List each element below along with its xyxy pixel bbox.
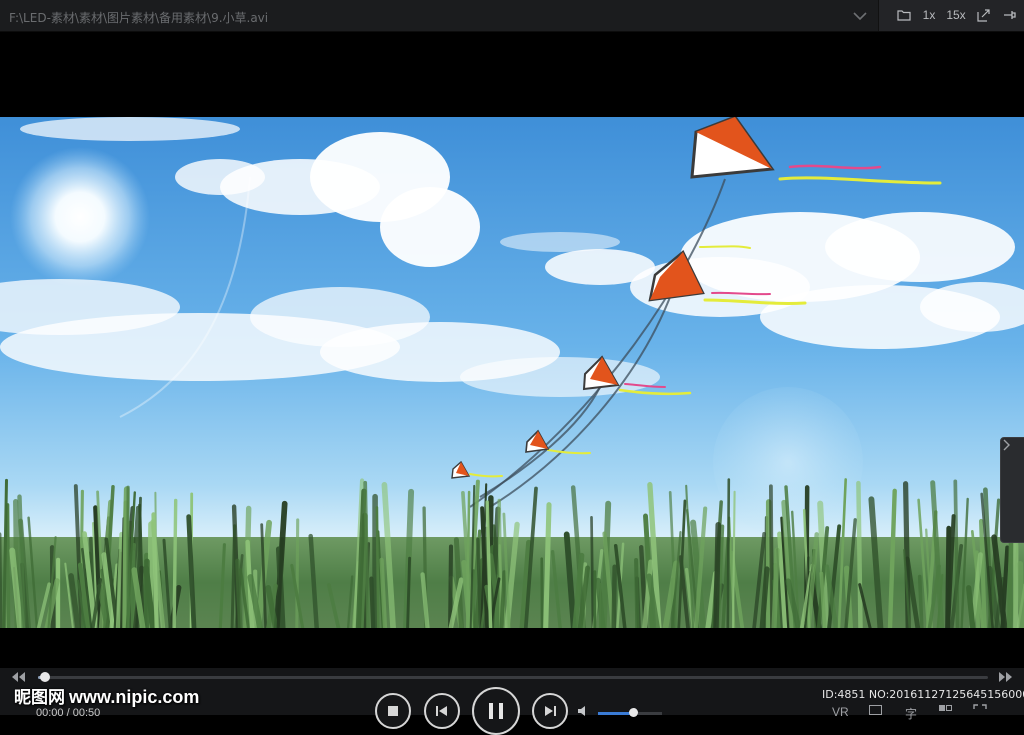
rewind-icon[interactable] [10, 671, 28, 683]
screenshot-icon[interactable] [975, 4, 993, 26]
fullscreen-window-icon[interactable] [869, 705, 882, 715]
previous-button[interactable] [424, 693, 460, 729]
pin-icon[interactable] [1001, 4, 1019, 26]
seek-handle[interactable] [40, 672, 50, 682]
chevron-down-icon[interactable] [850, 6, 870, 26]
current-time: 00:00 [36, 707, 64, 719]
watermark-site: www.nipic.com [69, 687, 199, 707]
volume-icon[interactable] [577, 705, 591, 717]
grass [0, 479, 1024, 628]
skip-back-icon [435, 705, 449, 717]
watermark-brand: 昵图网 [14, 688, 65, 708]
stop-button[interactable] [375, 693, 411, 729]
watermark: 昵图网www.nipic.com [14, 683, 199, 708]
mini-mode-icon[interactable] [939, 705, 952, 715]
folder-icon[interactable] [895, 4, 913, 26]
video-scene [0, 117, 1024, 628]
fast-forward-icon[interactable] [996, 671, 1014, 683]
video-frame[interactable] [0, 117, 1024, 628]
speed-1x-button[interactable]: 1x [921, 4, 937, 26]
title-bar: F:\LED-素材\素材\图片素材\备用素材\9.小草.avi 1x 15x [0, 0, 1024, 32]
title-toolbar: 1x 15x [878, 0, 1024, 31]
skip-forward-icon [544, 705, 558, 717]
file-path: F:\LED-素材\素材\图片素材\备用素材\9.小草.avi [9, 9, 268, 26]
expand-icon[interactable] [973, 704, 987, 715]
side-panel-toggle[interactable] [1000, 437, 1024, 543]
chevron-right-icon [1001, 438, 1011, 452]
sun [10, 147, 150, 287]
seek-bar[interactable] [38, 676, 988, 679]
total-time: 00:50 [73, 707, 101, 719]
pause-button[interactable] [472, 687, 520, 735]
volume-handle[interactable] [629, 708, 638, 717]
speed-15x-button[interactable]: 15x [945, 4, 967, 26]
vr-button[interactable]: VR [832, 705, 849, 719]
subtitle-button[interactable]: 字 [905, 705, 917, 722]
next-button[interactable] [532, 693, 568, 729]
clouds [0, 117, 1024, 397]
time-display: 00:00 / 00:50 [36, 707, 100, 719]
watermark-id: ID:4851 NO:20161127125645156000 [822, 688, 1024, 701]
control-bar: 昵图网www.nipic.com 00:00 / 00:50 ID:4851 N… [0, 668, 1024, 715]
